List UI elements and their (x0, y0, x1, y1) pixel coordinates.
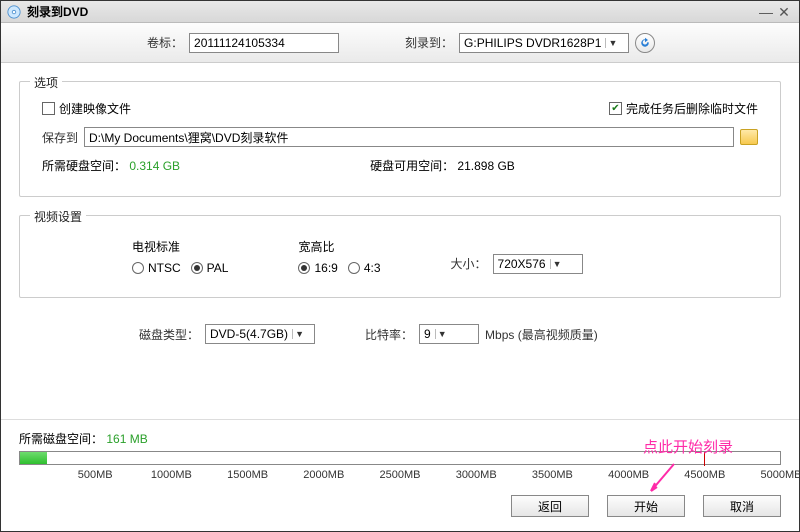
radio-checked-icon (298, 262, 310, 274)
save-to-label: 保存到 (42, 129, 78, 146)
disk-available-value: 21.898 GB (457, 159, 514, 173)
bitrate-suffix: Mbps (最高视频质量) (485, 326, 598, 343)
main-panel: 选项 创建映像文件 完成任务后删除临时文件 保存到 (1, 63, 799, 431)
capacity-fill (20, 452, 47, 464)
chevron-down-icon[interactable]: ▼ (605, 38, 619, 48)
size-group: 大小： 720X576 ▼ (451, 254, 583, 274)
browse-folder-button[interactable] (740, 129, 758, 145)
disc-icon (7, 5, 21, 19)
checkbox-icon (42, 102, 55, 115)
tick-label: 1000MB (151, 469, 192, 481)
tick-label: 3000MB (456, 469, 497, 481)
bitrate-select[interactable]: 9 ▼ (419, 324, 479, 344)
disktype-label: 磁盘类型： (139, 326, 199, 343)
titlebar: 刻录到DVD — ✕ (1, 1, 799, 23)
required-space-value: 161 MB (106, 432, 147, 446)
disk-required-value: 0.314 GB (129, 159, 180, 173)
radio-checked-icon (191, 262, 203, 274)
video-legend: 视频设置 (30, 208, 86, 225)
options-legend: 选项 (30, 74, 62, 91)
ntsc-label: NTSC (148, 261, 181, 275)
aspect-169-radio[interactable]: 16:9 (298, 261, 337, 275)
disk-required: 所需硬盘空间： 0.314 GB (42, 157, 180, 174)
aspect-43-radio[interactable]: 4:3 (348, 261, 381, 275)
minimize-button[interactable]: — (757, 5, 775, 19)
bitrate-value: 9 (424, 327, 431, 341)
tick-label: 1500MB (227, 469, 268, 481)
checkbox-checked-icon (609, 102, 622, 115)
aspect-label: 宽高比 (298, 238, 380, 255)
tv-standard-label: 电视标准 (132, 238, 228, 255)
radio-icon (348, 262, 360, 274)
pal-radio[interactable]: PAL (191, 261, 229, 275)
video-settings-group: 视频设置 电视标准 NTSC PAL 宽高比 16:9 4:3 (19, 215, 781, 298)
close-button[interactable]: ✕ (775, 5, 793, 19)
chevron-down-icon[interactable]: ▼ (550, 259, 564, 269)
video-settings-row: 电视标准 NTSC PAL 宽高比 16:9 4:3 (42, 234, 758, 275)
delete-temp-label: 完成任务后删除临时文件 (626, 100, 758, 117)
create-image-checkbox[interactable]: 创建映像文件 (42, 100, 131, 117)
tv-standard-group: 电视标准 NTSC PAL (132, 238, 228, 275)
chevron-down-icon[interactable]: ▼ (435, 329, 449, 339)
bitrate-label: 比特率： (365, 326, 413, 343)
tick-label: 500MB (78, 469, 113, 481)
top-row: 卷标： 刻录到： G:PHILIPS DVDR1628P1 ▼ (1, 23, 799, 63)
tick-label: 2500MB (380, 469, 421, 481)
radio-icon (132, 262, 144, 274)
bitrate-group: 比特率： 9 ▼ Mbps (最高视频质量) (365, 324, 598, 344)
burn-dvd-window: 刻录到DVD — ✕ 卷标： 刻录到： G:PHILIPS DVDR1628P1… (0, 0, 800, 532)
aspect-43-label: 4:3 (364, 261, 381, 275)
required-space-label: 所需磁盘空间： (19, 432, 103, 446)
disk-info-row: 所需硬盘空间： 0.314 GB 硬盘可用空间： 21.898 GB (42, 157, 758, 174)
refresh-button[interactable] (635, 33, 655, 53)
size-label: 大小： (451, 255, 487, 272)
delete-temp-checkbox[interactable]: 完成任务后删除临时文件 (609, 100, 758, 117)
disktype-select[interactable]: DVD-5(4.7GB) ▼ (205, 324, 315, 344)
mid-row: 磁盘类型： DVD-5(4.7GB) ▼ 比特率： 9 ▼ Mbps (最高视频… (19, 316, 781, 344)
options-group: 选项 创建映像文件 完成任务后删除临时文件 保存到 (19, 81, 781, 197)
annotation-text: 点此开始刻录 (643, 436, 733, 457)
tick-label: 4000MB (608, 469, 649, 481)
chevron-down-icon[interactable]: ▼ (292, 329, 306, 339)
size-select[interactable]: 720X576 ▼ (493, 254, 583, 274)
create-image-label: 创建映像文件 (59, 100, 131, 117)
refresh-icon (639, 37, 651, 49)
disk-required-label: 所需硬盘空间： (42, 159, 126, 173)
disktype-group: 磁盘类型： DVD-5(4.7GB) ▼ (139, 324, 315, 344)
tick-label: 5000MB (761, 469, 800, 481)
burner-select[interactable]: G:PHILIPS DVDR1628P1 ▼ (459, 33, 629, 53)
tick-label: 4500MB (684, 469, 725, 481)
pal-label: PAL (207, 261, 229, 275)
capacity-ticks: 500MB 1000MB 1500MB 2000MB 2500MB 3000MB 3500M… (19, 467, 781, 485)
back-button[interactable]: 返回 (511, 495, 589, 517)
disktype-value: DVD-5(4.7GB) (210, 327, 288, 341)
size-value: 720X576 (498, 257, 546, 271)
burn-to-label: 刻录到： (405, 34, 453, 51)
start-button[interactable]: 开始 (607, 495, 685, 517)
button-row: 返回 开始 取消 (19, 495, 781, 517)
save-path-row: 保存到 (42, 127, 758, 147)
volume-label: 卷标： (147, 34, 183, 51)
burner-value: G:PHILIPS DVDR1628P1 (464, 36, 601, 50)
disk-available-label: 硬盘可用空间： (370, 159, 454, 173)
cancel-button[interactable]: 取消 (703, 495, 781, 517)
tick-label: 3500MB (532, 469, 573, 481)
tick-label: 2000MB (303, 469, 344, 481)
window-title: 刻录到DVD (27, 3, 757, 20)
aspect-169-label: 16:9 (314, 261, 337, 275)
ntsc-radio[interactable]: NTSC (132, 261, 181, 275)
volume-input[interactable] (189, 33, 339, 53)
save-path-input[interactable] (84, 127, 734, 147)
disk-available: 硬盘可用空间： 21.898 GB (370, 157, 515, 174)
aspect-ratio-group: 宽高比 16:9 4:3 (298, 238, 380, 275)
